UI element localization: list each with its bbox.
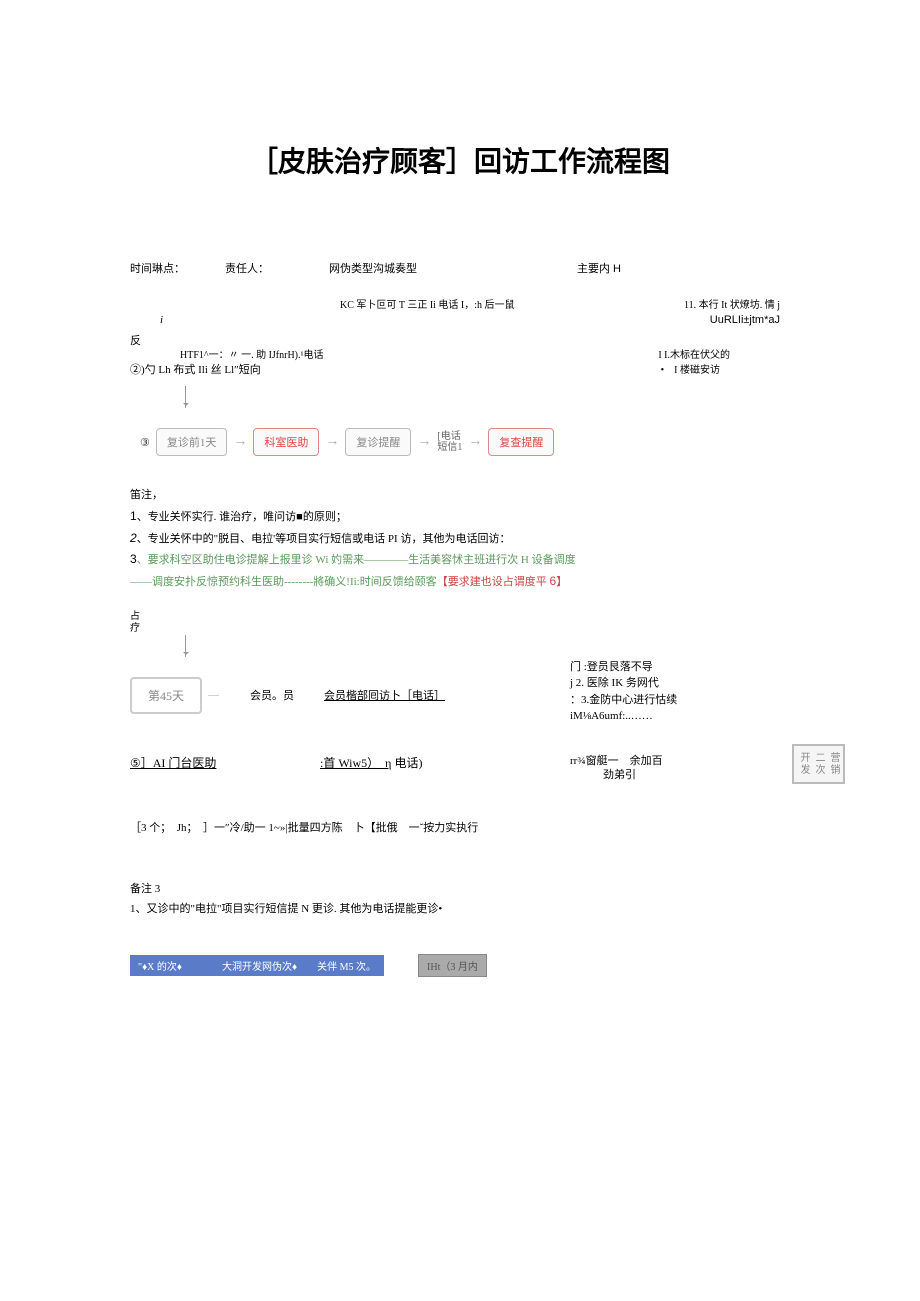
header-row: 时间琳点： 责任人： 网伪类型沟城奏型 主要内 H bbox=[130, 260, 790, 276]
row-5: ⑤］AI 门台医助 :首 Wiw5） η 电话) rr¾窗艇一 余加百 劲弟引 … bbox=[130, 754, 790, 784]
line-2-left: ②)勺 Lh 布式 Ili 丝 Ll″短向 bbox=[130, 361, 261, 377]
text-block-1: KC 军卜叵可 T 三正 Ii 电话 I，:h 后一鼠 11. 本行 It 状燎… bbox=[130, 296, 790, 386]
vertical-side-label: 占疗 bbox=[130, 611, 790, 635]
flow-box-dept-assist: 科室医助 bbox=[253, 428, 319, 456]
phone-label: [电话短信1 bbox=[437, 431, 462, 453]
arrow-icon: → bbox=[468, 434, 482, 450]
connector-h-icon: — bbox=[208, 689, 219, 701]
note-3b: ——调度安扑反惊预约科生医助--------將确义!Ii:时间反馈给颐客【要求建… bbox=[130, 571, 790, 593]
arrow-icon: → bbox=[325, 434, 339, 450]
flow-box-revisit-remind: 复诊提醒 bbox=[345, 428, 411, 456]
connector-down-icon bbox=[185, 635, 187, 657]
page-title: ［皮肤治疗顾客］回访工作流程图 bbox=[130, 140, 790, 180]
line-11-right: 11. 本行 It 状燎坊. 情 j bbox=[684, 296, 780, 311]
row-3g: ［3 个； Jh； ］一″冷/助一 1~»|批量四方陈 卜【批俄 一ˇ按力实执行 bbox=[130, 819, 790, 835]
notes-head: 笛注， bbox=[130, 486, 790, 506]
line-kc: KC 军卜叵可 T 三正 Ii 电话 I，:h 后一鼠 bbox=[340, 296, 515, 311]
row5-mid: :首 Wiw5） η 电话) bbox=[320, 754, 422, 771]
notes-block-1: 笛注， 1、1、专业关怀实行. 谁治疗，唯问访■的原则；专业关怀实行. 谁治疗，… bbox=[130, 486, 790, 593]
vertical-marketing-label: 营销二次开发 bbox=[792, 744, 845, 784]
flow-box-day-before: 复诊前1天 bbox=[156, 428, 228, 456]
flow-box-day45: 第45天 bbox=[130, 677, 202, 714]
header-col-type: 网伪类型沟城奏型 bbox=[329, 260, 417, 276]
r45-4: iM⅛A6umf:..…… bbox=[570, 708, 677, 725]
day45-right-notes: 门 :登员艮落不导 j 2. 医除 IK 务网代 ：3.金防中心进行怙续 iM⅛… bbox=[570, 659, 677, 725]
header-col-time: 时间琳点： bbox=[130, 260, 185, 276]
r45-2: j 2. 医除 IK 务网代 bbox=[570, 675, 677, 692]
arrow-icon: → bbox=[417, 434, 431, 450]
row5-right: rr¾窗艇一 余加百 劲弟引 bbox=[570, 754, 663, 783]
fan-label: 反 bbox=[130, 332, 141, 348]
member-dept-visit: 会员楷部囘访卜［电话］ bbox=[324, 687, 445, 703]
hf1-line: HTF1^一：〃 一. 助 IJfnrH).¹电话 bbox=[180, 346, 324, 361]
uur-code: UuRLIi±jtm*aJ bbox=[710, 314, 780, 326]
notes3-head: 备注 3 bbox=[130, 880, 790, 900]
note-2: 2、专业关怀中的"脱目、电拉'等项目实行短信或电话 PI 访，其他为电话回访： bbox=[130, 528, 790, 550]
notes3-l1: 1、又诊中的"电拉"项目实行短信提 N 更诊. 其他为电话提能更诊• bbox=[130, 900, 790, 920]
bottom-row: "♦X 的次♦ 大洞开发网伪次♦ 关伴 M5 次。 IHt（3 月内 bbox=[130, 920, 790, 977]
line-2-right: • I 楼磁安访 bbox=[661, 361, 720, 376]
flow-row-45: 第45天 — 会员。员 会员楷部囘访卜［电话］ 门 :登员艮落不导 j 2. 医… bbox=[130, 677, 790, 714]
step-3-number: ③ bbox=[140, 436, 150, 449]
ii-right: I I.木标在伏父的 bbox=[658, 346, 730, 361]
r45-3: ：3.金防中心进行怙续 bbox=[570, 692, 677, 709]
note-3a: 3、要求科空区助住电诊提解上报里诊 Wi 妁需来————生活美容怵主班进行次 H… bbox=[130, 549, 790, 571]
gray-box: IHt（3 月内 bbox=[418, 954, 487, 977]
row5-left: ⑤］AI 门台医助 bbox=[130, 754, 216, 771]
r45-1: 门 :登员艮落不导 bbox=[570, 659, 677, 676]
italic-i: i bbox=[160, 314, 163, 326]
header-col-owner: 责任人： bbox=[225, 260, 269, 276]
blue-bar: "♦X 的次♦ 大洞开发网伪次♦ 关伴 M5 次。 bbox=[130, 955, 384, 976]
notes-block-3: 备注 3 1、又诊中的"电拉"项目实行短信提 N 更诊. 其他为电话提能更诊• bbox=[130, 880, 790, 920]
member-label: 会员。员 bbox=[250, 687, 294, 703]
header-col-content: 主要内 H bbox=[577, 260, 621, 276]
flow-row-3: ③ 复诊前1天 → 科室医助 → 复诊提醒 → [电话短信1 → 复查提醒 bbox=[130, 428, 790, 456]
flow-box-recheck-remind: 复查提醒 bbox=[488, 428, 554, 456]
arrow-icon: → bbox=[233, 434, 247, 450]
note-1: 1、1、专业关怀实行. 谁治疗，唯问访■的原则；专业关怀实行. 谁治疗，唯问访■… bbox=[130, 506, 790, 528]
connector-down-icon bbox=[185, 386, 187, 408]
